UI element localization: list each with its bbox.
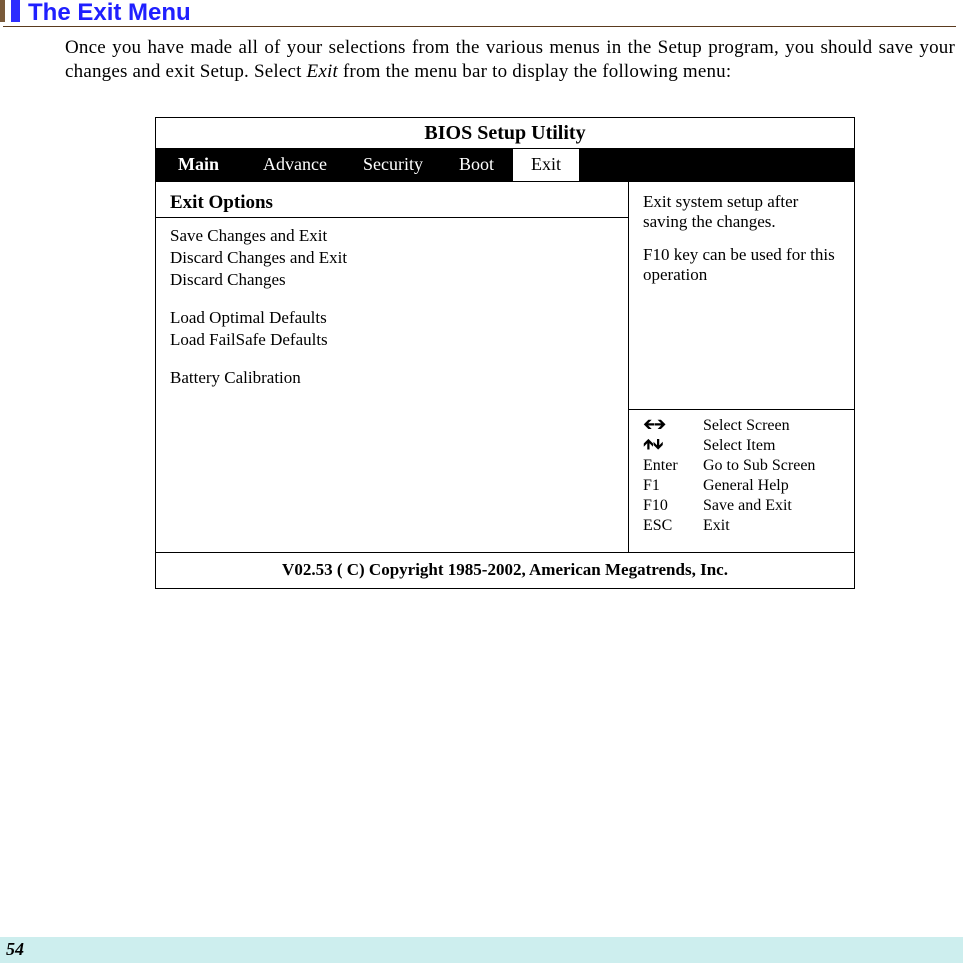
nav-label-exit: Exit	[703, 516, 730, 536]
option-battery-cal[interactable]: Battery Calibration	[170, 368, 614, 388]
page-title: The Exit Menu	[28, 0, 191, 27]
bios-right-pane: Exit system setup after saving the chang…	[629, 182, 854, 552]
page-footer-bar: 54	[0, 937, 963, 963]
nav-label-select-item: Select Item	[703, 436, 775, 456]
option-gap-1	[170, 292, 614, 308]
intro-paragraph: Once you have made all of your selection…	[65, 36, 955, 84]
bios-footer: V02.53 ( C) Copyright 1985-2002, America…	[156, 552, 854, 588]
nav-label-help: General Help	[703, 476, 789, 496]
nav-label-select-screen: Select Screen	[703, 416, 790, 436]
accent-bar-brown	[0, 0, 5, 22]
nav-label-sub-screen: Go to Sub Screen	[703, 456, 815, 476]
bios-left-pane: Exit Options Save Changes and Exit Disca…	[156, 182, 629, 552]
bios-screenshot: BIOS Setup Utility Main Advance Security…	[155, 117, 855, 589]
exit-options-underline	[156, 217, 628, 218]
nav-row-f1: F1 General Help	[643, 476, 844, 496]
nav-key-enter: Enter	[643, 456, 689, 476]
bios-body: Exit Options Save Changes and Exit Disca…	[156, 182, 854, 552]
option-load-failsafe[interactable]: Load FailSafe Defaults	[170, 330, 614, 350]
bios-title: BIOS Setup Utility	[156, 118, 854, 149]
bios-tab-bar: Main Advance Security Boot Exit	[156, 149, 854, 182]
nav-key-f10: F10	[643, 496, 689, 516]
page-number: 54	[6, 939, 24, 960]
tab-exit[interactable]: Exit	[512, 149, 580, 181]
nav-key-f1: F1	[643, 476, 689, 496]
nav-key-esc: ESC	[643, 516, 689, 536]
option-gap-2	[170, 352, 614, 368]
tab-boot[interactable]: Boot	[441, 149, 512, 181]
intro-suffix: from the menu bar to display the followi…	[338, 61, 731, 82]
tab-spacer	[580, 149, 854, 181]
nav-row-select-item: 🡹🡻 Select Item	[643, 436, 844, 456]
nav-key-updown-icon: 🡹🡻	[643, 436, 689, 456]
nav-row-enter: Enter Go to Sub Screen	[643, 456, 844, 476]
nav-keys-block: 🡸🡺 Select Screen 🡹🡻 Select Item Enter Go…	[629, 409, 854, 542]
tab-advance[interactable]: Advance	[245, 149, 345, 181]
option-save-exit[interactable]: Save Changes and Exit	[170, 226, 614, 246]
option-discard[interactable]: Discard Changes	[170, 270, 614, 290]
option-discard-exit[interactable]: Discard Changes and Exit	[170, 248, 614, 268]
option-load-optimal[interactable]: Load Optimal Defaults	[170, 308, 614, 328]
help-text-1: Exit system setup after saving the chang…	[643, 192, 844, 233]
exit-options-heading: Exit Options	[170, 192, 614, 214]
nav-row-select-screen: 🡸🡺 Select Screen	[643, 416, 844, 436]
nav-row-esc: ESC Exit	[643, 516, 844, 536]
side-accent-bars	[0, 0, 26, 22]
nav-key-leftright-icon: 🡸🡺	[643, 416, 689, 436]
help-text-2: F10 key can be used for this operation	[643, 245, 844, 286]
intro-italic: Exit	[307, 61, 338, 82]
accent-bar-blue	[11, 0, 20, 22]
title-underline	[3, 26, 956, 27]
tab-main[interactable]: Main	[156, 149, 245, 181]
nav-label-save-exit: Save and Exit	[703, 496, 792, 516]
nav-row-f10: F10 Save and Exit	[643, 496, 844, 516]
tab-security[interactable]: Security	[345, 149, 441, 181]
